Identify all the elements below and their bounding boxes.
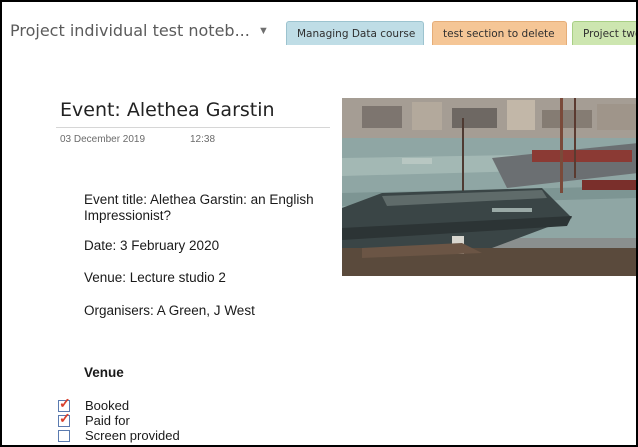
checkbox[interactable] xyxy=(58,430,70,442)
harbour-painting-image[interactable] xyxy=(342,98,636,276)
tab-label: Project two xyxy=(583,28,638,40)
tab-label: Managing Data course xyxy=(297,28,416,40)
todo-label: Screen provided xyxy=(85,428,180,443)
checkmark-icon: ✓ xyxy=(59,410,71,426)
todo-label: Booked xyxy=(85,398,130,413)
page-title[interactable]: Event: Alethea Garstin xyxy=(60,99,275,121)
title-divider xyxy=(56,127,330,128)
page-date: 03 December 2019 xyxy=(60,134,146,145)
page-time: 12:38 xyxy=(190,134,216,145)
todo-label: Paid for xyxy=(85,413,130,428)
tab-test-section-to-delete[interactable]: test section to delete xyxy=(432,21,567,45)
tab-label: test section to delete xyxy=(443,28,555,40)
event-venue-line[interactable]: Venue: Lecture studio 2 xyxy=(84,270,226,286)
notebook-name[interactable]: Project individual test noteb... xyxy=(10,21,250,40)
tab-managing-data-course[interactable]: Managing Data course xyxy=(286,21,424,45)
chevron-down-icon[interactable]: ▼ xyxy=(258,25,269,37)
event-title-line[interactable]: Event title: Alethea Garstin: an English… xyxy=(84,192,334,224)
section-tab-bar: Project individual test noteb... ▼ Manag… xyxy=(2,2,638,45)
onenote-window: Project individual test noteb... ▼ Manag… xyxy=(0,0,638,447)
event-organisers-line[interactable]: Organisers: A Green, J West xyxy=(84,303,255,319)
event-date-line[interactable]: Date: 3 February 2020 xyxy=(84,238,219,254)
venue-heading[interactable]: Venue xyxy=(84,365,124,380)
tab-project-two[interactable]: Project two xyxy=(572,21,638,45)
